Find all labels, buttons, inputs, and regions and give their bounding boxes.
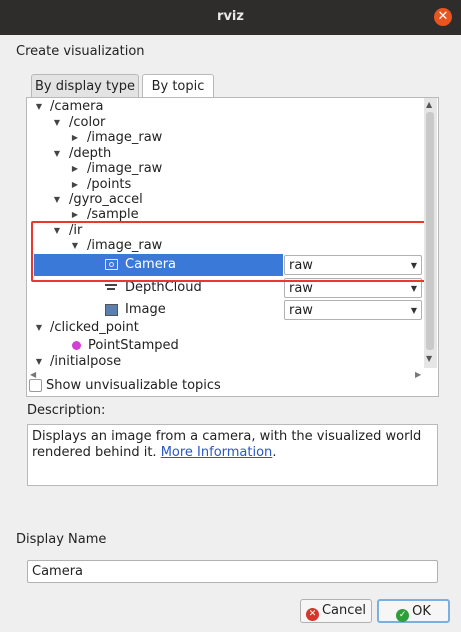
depthcloud-icon	[104, 282, 119, 294]
display-type-image[interactable]: Image	[125, 300, 166, 320]
close-button[interactable]: ✕	[434, 8, 452, 26]
ok-button[interactable]: ✓ OK	[377, 599, 450, 623]
scrollbar-thumb[interactable]	[426, 112, 434, 350]
description-suffix: .	[272, 445, 277, 460]
window-title: rviz	[217, 9, 244, 24]
image-icon	[105, 304, 118, 316]
pointstamped-icon	[72, 341, 81, 350]
cancel-icon: ✕	[305, 608, 319, 621]
close-icon: ✕	[437, 9, 449, 24]
depthcloud-transport-value: raw	[289, 281, 313, 296]
image-transport-value: raw	[289, 303, 313, 318]
expand-arrow-icon[interactable]: ▼	[52, 190, 62, 210]
scroll-up-icon[interactable]: ▲	[426, 100, 432, 109]
description-box: Displays an image from a camera, with th…	[27, 424, 438, 486]
chevron-down-icon: ▼	[410, 284, 417, 293]
scroll-left-icon[interactable]: ◀	[30, 370, 36, 379]
more-information-link[interactable]: More Information	[161, 445, 273, 460]
description-label: Description:	[27, 403, 106, 418]
display-name-label: Display Name	[16, 532, 107, 547]
tab-by-display-type[interactable]: By display type	[31, 74, 139, 99]
scroll-down-icon[interactable]: ▼	[426, 354, 432, 363]
image-transport-select[interactable]: raw ▼	[284, 300, 422, 320]
title-bar: rviz ✕	[0, 0, 461, 35]
tree-item-initialpose[interactable]: /initialpose	[50, 352, 121, 372]
display-name-input[interactable]: Camera	[27, 560, 438, 583]
chevron-down-icon: ▼	[410, 306, 417, 315]
ok-label: OK	[412, 604, 431, 619]
expand-arrow-icon[interactable]: ▼	[34, 318, 44, 338]
expand-arrow-icon[interactable]: ▼	[52, 113, 62, 133]
expand-arrow-icon[interactable]: ▼	[52, 144, 62, 164]
tab-by-topic[interactable]: By topic	[142, 74, 214, 99]
cancel-label: Cancel	[321, 603, 367, 618]
expand-arrow-icon[interactable]: ▼	[34, 97, 44, 117]
dialog-heading: Create visualization	[16, 44, 145, 59]
expand-arrow-icon[interactable]: ▼	[34, 352, 44, 372]
annotation-highlight-box	[31, 221, 429, 282]
scroll-right-icon[interactable]: ▶	[415, 370, 421, 379]
tree-item-clicked-point[interactable]: /clicked_point	[50, 318, 139, 338]
show-unvisualizable-checkbox[interactable]	[29, 379, 42, 392]
ok-check-icon: ✓	[396, 609, 410, 622]
tree-vertical-scrollbar[interactable]: ▲ ▼	[424, 98, 437, 368]
show-unvisualizable-label: Show unvisualizable topics	[46, 378, 221, 393]
cancel-button[interactable]: ✕ Cancel	[300, 599, 372, 623]
